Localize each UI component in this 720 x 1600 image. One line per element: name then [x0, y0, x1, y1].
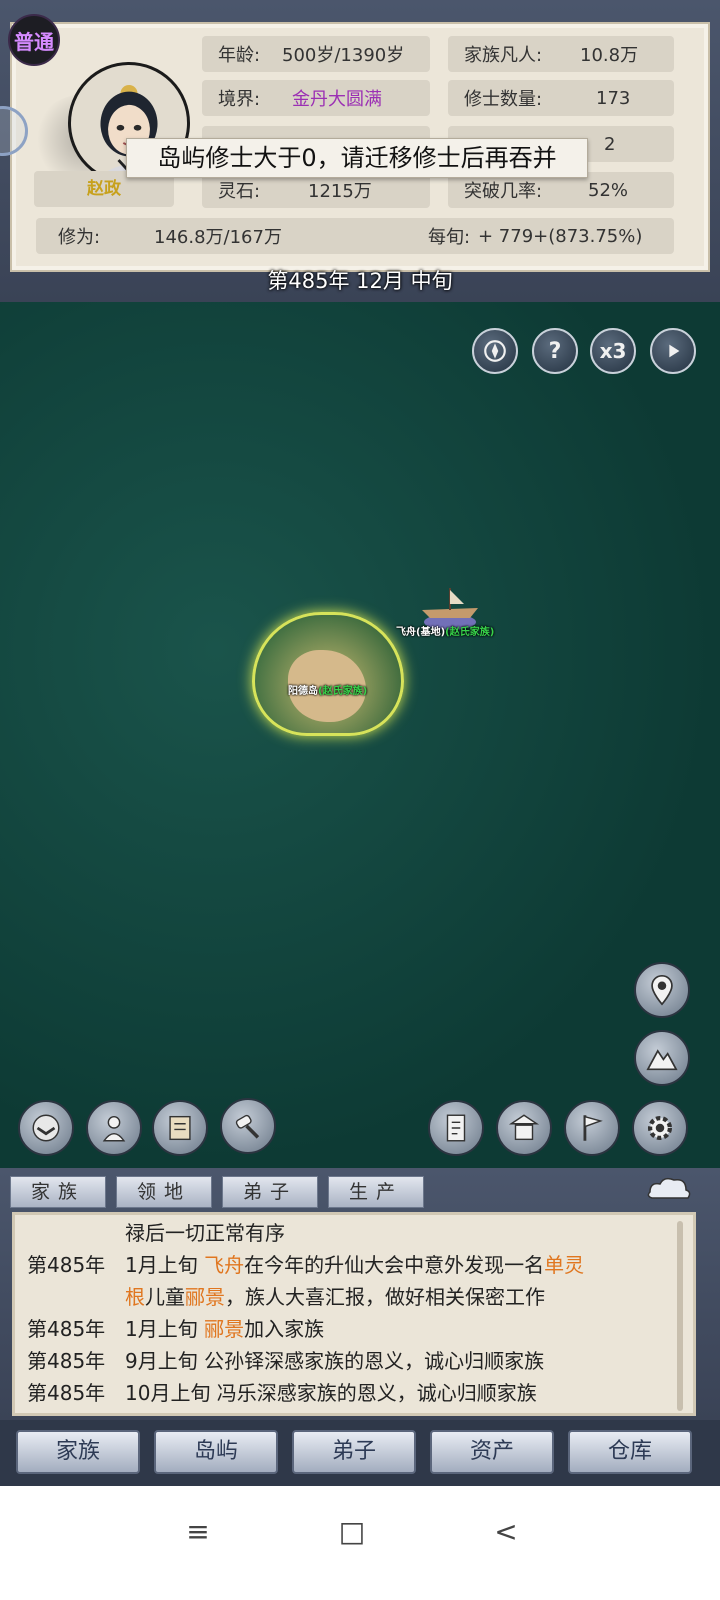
log-text: 9月上旬 公孙铎深感家族的恩义，诚心归顺家族 [125, 1349, 545, 1373]
settings-button[interactable] [632, 1100, 688, 1156]
age-cell: 年龄: 500岁/1390岁 [202, 36, 430, 72]
log-year: 第485年 [27, 1381, 106, 1405]
log-text: 10月上旬 冯乐深感家族的恩义，诚心归顺家族 [125, 1381, 537, 1405]
difficulty-badge[interactable]: 普通 [8, 14, 60, 66]
family-mortals-cell: 家族凡人: 10.8万 [448, 36, 674, 72]
document-icon [446, 1114, 466, 1142]
age-value: 500岁/1390岁 [282, 45, 405, 66]
island-family: (赵氏家族) [318, 686, 368, 697]
mountain-icon [646, 1049, 678, 1071]
log-tab-territory[interactable]: 领地 [116, 1176, 212, 1208]
edict-button[interactable] [428, 1100, 484, 1156]
spirit-stone-label: 灵石: [218, 181, 261, 202]
cloud-ornament-icon[interactable] [644, 1174, 694, 1202]
family-mortals-label: 家族凡人: [464, 45, 543, 66]
crest-icon [484, 340, 506, 362]
per-period-value: + 779+(873.75%) [478, 225, 643, 247]
nav-assets-button[interactable]: 资产 [430, 1430, 554, 1474]
handshake-icon [32, 1114, 60, 1142]
temple-icon [508, 1114, 540, 1141]
question-icon: ? [548, 338, 562, 364]
main-nav-bar: 家族 岛屿 弟子 资产 仓库 [0, 1420, 720, 1486]
gavel-icon [235, 1114, 260, 1139]
airship-name: 飞舟(基地) [396, 627, 446, 638]
game-date: 第485年 12月 中旬 [267, 269, 453, 293]
hall-button[interactable] [496, 1100, 552, 1156]
status-frame: 年龄: 500岁/1390岁 家族凡人: 10.8万 境界: 金丹大圆满 修士数… [0, 0, 720, 302]
island-label: 阳德岛(赵氏家族) [288, 682, 367, 697]
log-scrollbar[interactable] [677, 1221, 683, 1411]
log-year: 第485年 [27, 1349, 106, 1373]
back-icon[interactable]: < [486, 1512, 526, 1552]
play-icon [669, 344, 680, 358]
home-icon[interactable]: □ [332, 1512, 372, 1552]
scroll-button[interactable] [152, 1100, 208, 1156]
sect-emblem-button[interactable] [472, 328, 518, 374]
log-tab-production[interactable]: 生产 [328, 1176, 424, 1208]
character-button[interactable] [86, 1100, 142, 1156]
breakthrough-label: 突破几率: [464, 181, 543, 202]
log-text: 1月上旬 飞舟在今年的升仙大会中意外发现一名单灵 [125, 1253, 585, 1277]
nav-warehouse-button[interactable]: 仓库 [568, 1430, 692, 1474]
cultivation-value: 146.8万/167万 [154, 227, 282, 248]
help-button[interactable]: ? [532, 328, 578, 374]
terrain-button[interactable] [634, 1030, 690, 1086]
log-year: 第485年 [27, 1253, 106, 1277]
log-text: 根儿童郦景，族人大喜汇报，做好相关保密工作 [125, 1285, 545, 1309]
cultivators-cell: 修士数量: 173 [448, 80, 674, 116]
menu-icon[interactable]: ≡ [178, 1512, 218, 1552]
airship-label: 飞舟(基地)(赵氏家族) [396, 623, 494, 638]
hidden-row-value: 2 [604, 133, 616, 155]
toast-message: 岛屿修士大于0，请迁移修士后再吞并 [126, 138, 588, 178]
territory-flag-button[interactable] [564, 1100, 620, 1156]
realm-label: 境界: [218, 89, 261, 110]
gear-icon [647, 1115, 673, 1141]
map-pin-icon [651, 974, 673, 1006]
realm-value: 金丹大圆满 [292, 89, 382, 110]
nav-island-button[interactable]: 岛屿 [154, 1430, 278, 1474]
negotiate-button[interactable] [18, 1100, 74, 1156]
log-tab-family[interactable]: 家族 [10, 1176, 106, 1208]
log-text: 1月上旬 郦景加入家族 [125, 1317, 325, 1341]
cultivators-value: 173 [596, 87, 631, 109]
speed-label: x3 [599, 339, 627, 363]
breakthrough-value: 52% [588, 179, 629, 201]
flag-icon [583, 1115, 603, 1141]
cultivators-label: 修士数量: [464, 89, 543, 110]
person-icon [102, 1115, 126, 1142]
play-button[interactable] [650, 328, 696, 374]
locate-button[interactable] [634, 962, 690, 1018]
nav-disciple-button[interactable]: 弟子 [292, 1430, 416, 1474]
airship-family: (赵氏家族) [445, 627, 495, 638]
island-name: 阳德岛 [288, 686, 318, 697]
age-label: 年龄: [218, 45, 261, 66]
scroll-icon [169, 1115, 191, 1141]
speed-button[interactable]: x3 [590, 328, 636, 374]
nav-family-button[interactable]: 家族 [16, 1430, 140, 1474]
auction-button[interactable] [220, 1098, 276, 1154]
family-mortals-value: 10.8万 [580, 45, 639, 66]
log-text: 禄后一切正常有序 [125, 1221, 285, 1245]
per-period-label: 每旬: [428, 227, 471, 248]
realm-cell: 境界: 金丹大圆满 [202, 80, 430, 116]
event-log-panel: 家族 领地 弟子 生产 禄后一切正常有序 第485年 1月上旬 飞舟在今年的升仙… [0, 1168, 720, 1420]
cultivation-label: 修为: [58, 227, 101, 248]
cultivation-cell: 修为: 146.8万/167万 每旬: + 779+(873.75%) [36, 218, 674, 254]
spirit-stone-value: 1215万 [308, 181, 372, 202]
system-nav-bar: ≡ □ < [0, 1486, 720, 1600]
world-map[interactable] [0, 302, 720, 1170]
log-tab-disciples[interactable]: 弟子 [222, 1176, 318, 1208]
event-log-body[interactable]: 禄后一切正常有序 第485年 1月上旬 飞舟在今年的升仙大会中意外发现一名单灵 … [12, 1212, 696, 1416]
log-year: 第485年 [27, 1317, 106, 1341]
